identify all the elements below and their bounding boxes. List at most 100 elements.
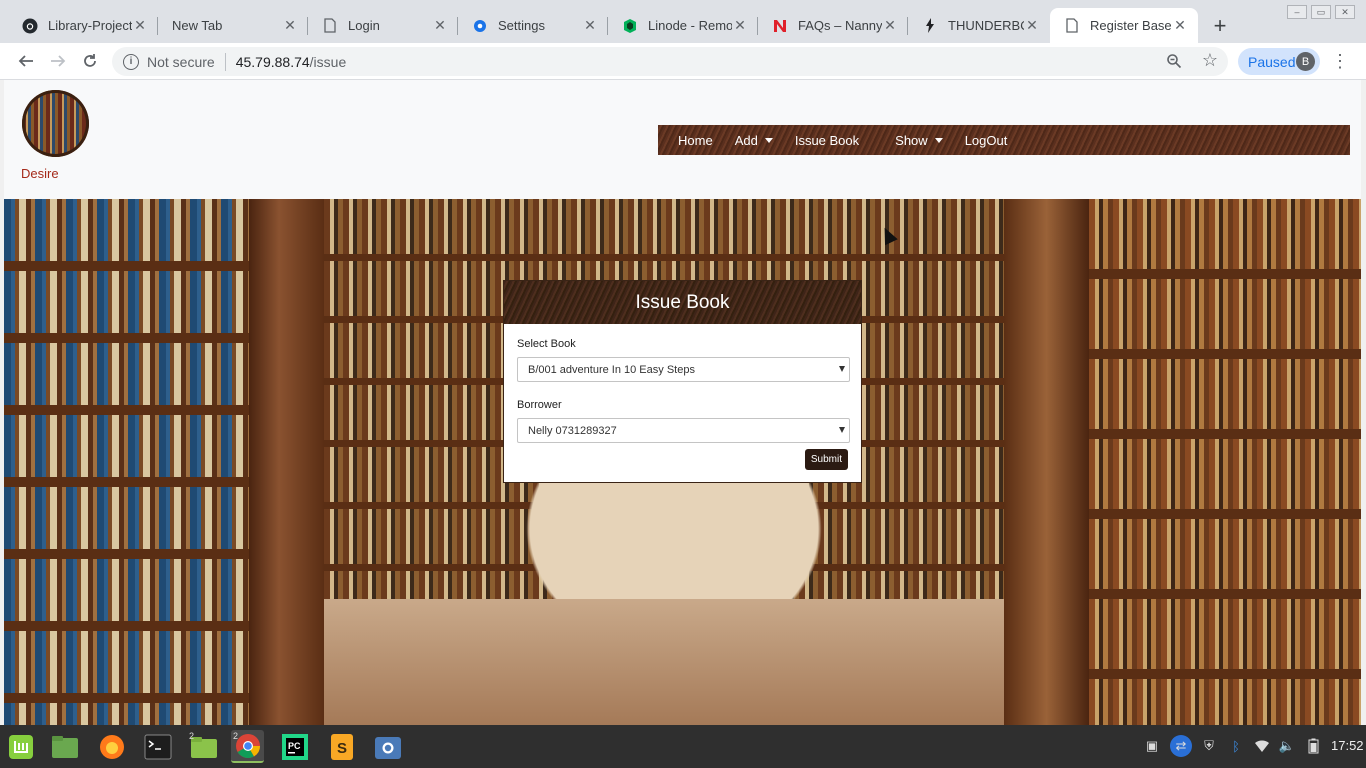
tab-label: Linode - Remot bbox=[648, 18, 732, 33]
tab-library-project[interactable]: Library-Project ✕ bbox=[8, 8, 158, 43]
wood-pillar bbox=[1004, 199, 1089, 725]
close-icon[interactable]: ✕ bbox=[582, 17, 598, 34]
issue-book-card: Issue Book Select Book B/001 adventure I… bbox=[503, 280, 862, 483]
zoom-icon[interactable] bbox=[1166, 53, 1184, 71]
nav-logout[interactable]: LogOut bbox=[965, 133, 1008, 148]
wifi-icon[interactable] bbox=[1253, 737, 1271, 755]
folder-icon[interactable]: 2 bbox=[187, 730, 220, 763]
nav-show[interactable]: Show bbox=[895, 133, 943, 148]
nav-add[interactable]: Add bbox=[735, 133, 773, 148]
tab-new-tab[interactable]: New Tab ✕ bbox=[158, 8, 308, 43]
card-title: Issue Book bbox=[504, 281, 861, 324]
book-select[interactable]: B/001 adventure In 10 Easy Steps bbox=[517, 357, 850, 382]
svg-text:S: S bbox=[337, 740, 347, 757]
info-icon[interactable]: i bbox=[123, 53, 139, 70]
close-icon[interactable]: ✕ bbox=[432, 17, 448, 34]
page-icon bbox=[1064, 18, 1080, 34]
terminal-icon[interactable] bbox=[141, 730, 174, 763]
screenshot-icon[interactable] bbox=[371, 730, 404, 763]
close-icon[interactable]: ✕ bbox=[282, 17, 298, 34]
shield-icon[interactable]: ⛨ bbox=[1200, 737, 1218, 755]
tab-linode[interactable]: Linode - Remot ✕ bbox=[608, 8, 758, 43]
tab-thunderbolt[interactable]: THUNDERBOL ✕ bbox=[908, 8, 1050, 43]
nav-issue-book[interactable]: Issue Book bbox=[795, 133, 859, 148]
maximize-icon[interactable]: ▭ bbox=[1311, 5, 1331, 19]
taskbar: 2 2 PC S ▣ ⇄ ⛨ ᛒ 🔈 17:52 bbox=[0, 725, 1366, 768]
main-navbar: Home Add Issue Book Show LogOut bbox=[658, 125, 1350, 155]
tab-label: THUNDERBOL bbox=[948, 18, 1024, 33]
site-header: Desire Home Add Issue Book Show LogOut bbox=[4, 80, 1361, 199]
tab-label: Settings bbox=[498, 18, 545, 33]
bluetooth-icon[interactable]: ᛒ bbox=[1227, 737, 1245, 755]
svg-text:PC: PC bbox=[288, 741, 301, 751]
close-icon[interactable]: ✕ bbox=[732, 17, 748, 34]
close-icon[interactable]: ✕ bbox=[882, 17, 898, 34]
tab-settings[interactable]: Settings ✕ bbox=[458, 8, 608, 43]
address-divider bbox=[224, 52, 226, 71]
borrower-select[interactable]: Nelly 0731289327 bbox=[517, 418, 850, 443]
browser-toolbar: i Not secure 45.79.88.74 /issue ☆ Paused… bbox=[0, 43, 1366, 80]
chrome-icon[interactable]: 2 bbox=[231, 730, 264, 763]
url-host: 45.79.88.74 bbox=[235, 53, 310, 70]
security-label: Not secure bbox=[147, 53, 215, 70]
wood-pillar bbox=[249, 199, 324, 725]
bookmark-star-icon[interactable]: ☆ bbox=[1202, 50, 1218, 71]
pycharm-icon[interactable]: PC bbox=[278, 730, 311, 763]
window-count-badge: 2 bbox=[233, 731, 239, 741]
tab-login[interactable]: Login ✕ bbox=[308, 8, 458, 43]
window-count-badge: 2 bbox=[189, 731, 195, 741]
nav-show-label: Show bbox=[895, 132, 928, 148]
borrower-select-value: Nelly 0731289327 bbox=[528, 424, 617, 437]
kebab-menu-icon[interactable]: ⋮ bbox=[1330, 51, 1350, 71]
page-icon bbox=[322, 18, 338, 34]
new-tab-button[interactable]: + bbox=[1208, 13, 1232, 38]
profile-button[interactable]: Paused B bbox=[1238, 48, 1320, 75]
tab-label: Login bbox=[348, 18, 380, 33]
chevron-down-icon bbox=[839, 427, 845, 433]
back-arrow-icon[interactable] bbox=[14, 49, 38, 73]
minimize-icon[interactable]: – bbox=[1287, 5, 1307, 19]
screenshot-tray-icon[interactable]: ▣ bbox=[1143, 737, 1161, 755]
tab-faqs-nanny[interactable]: FAQs – Nanny S ✕ bbox=[758, 8, 908, 43]
borrower-label: Borrower bbox=[517, 399, 562, 411]
nav-add-label: Add bbox=[734, 132, 758, 148]
clock: 17:52 bbox=[1331, 738, 1364, 753]
close-icon[interactable]: ✕ bbox=[1024, 17, 1040, 34]
sublime-icon[interactable]: S bbox=[325, 730, 358, 763]
mint-menu-icon[interactable] bbox=[4, 730, 37, 763]
select-book-label: Select Book bbox=[517, 338, 576, 350]
tab-label: Register Base bbox=[1090, 18, 1172, 33]
nav-home[interactable]: Home bbox=[678, 133, 713, 148]
battery-icon[interactable] bbox=[1304, 737, 1322, 755]
reload-icon[interactable] bbox=[78, 49, 102, 73]
gear-icon bbox=[472, 18, 488, 34]
tab-register-base[interactable]: Register Base ✕ bbox=[1050, 8, 1198, 43]
url-path: /issue bbox=[309, 53, 347, 70]
close-icon[interactable]: ✕ bbox=[132, 17, 148, 34]
floor bbox=[324, 599, 1024, 725]
firefox-icon[interactable] bbox=[95, 730, 128, 763]
tab-label: Library-Project bbox=[48, 18, 132, 33]
volume-icon[interactable]: 🔈 bbox=[1278, 737, 1296, 755]
close-icon[interactable]: ✕ bbox=[1172, 17, 1188, 34]
chevron-down-icon bbox=[839, 366, 845, 372]
window-close-icon[interactable]: ✕ bbox=[1335, 5, 1355, 19]
submit-button[interactable]: Submit bbox=[804, 449, 848, 470]
linode-icon bbox=[622, 18, 638, 34]
username: Desire bbox=[21, 166, 59, 181]
page-viewport: Desire Home Add Issue Book Show LogOut I… bbox=[0, 80, 1366, 725]
bookshelf-right bbox=[1089, 199, 1361, 725]
caret-down-icon bbox=[934, 137, 943, 143]
address-bar[interactable]: i Not secure 45.79.88.74 /issue ☆ bbox=[112, 47, 1228, 76]
files-icon[interactable] bbox=[48, 730, 81, 763]
n-logo-icon bbox=[772, 18, 788, 34]
issue-book-form: Select Book B/001 adventure In 10 Easy S… bbox=[504, 324, 861, 443]
profile-status: Paused bbox=[1248, 53, 1296, 70]
browser-tabstrip: Library-Project ✕ New Tab ✕ Login ✕ Sett… bbox=[0, 0, 1366, 43]
library-logo[interactable] bbox=[22, 90, 89, 157]
caret-down-icon bbox=[764, 137, 773, 143]
book-select-value: B/001 adventure In 10 Easy Steps bbox=[528, 363, 695, 376]
tab-label: FAQs – Nanny S bbox=[798, 18, 882, 33]
teamviewer-icon[interactable]: ⇄ bbox=[1170, 735, 1192, 757]
forward-arrow-icon[interactable] bbox=[46, 49, 70, 73]
